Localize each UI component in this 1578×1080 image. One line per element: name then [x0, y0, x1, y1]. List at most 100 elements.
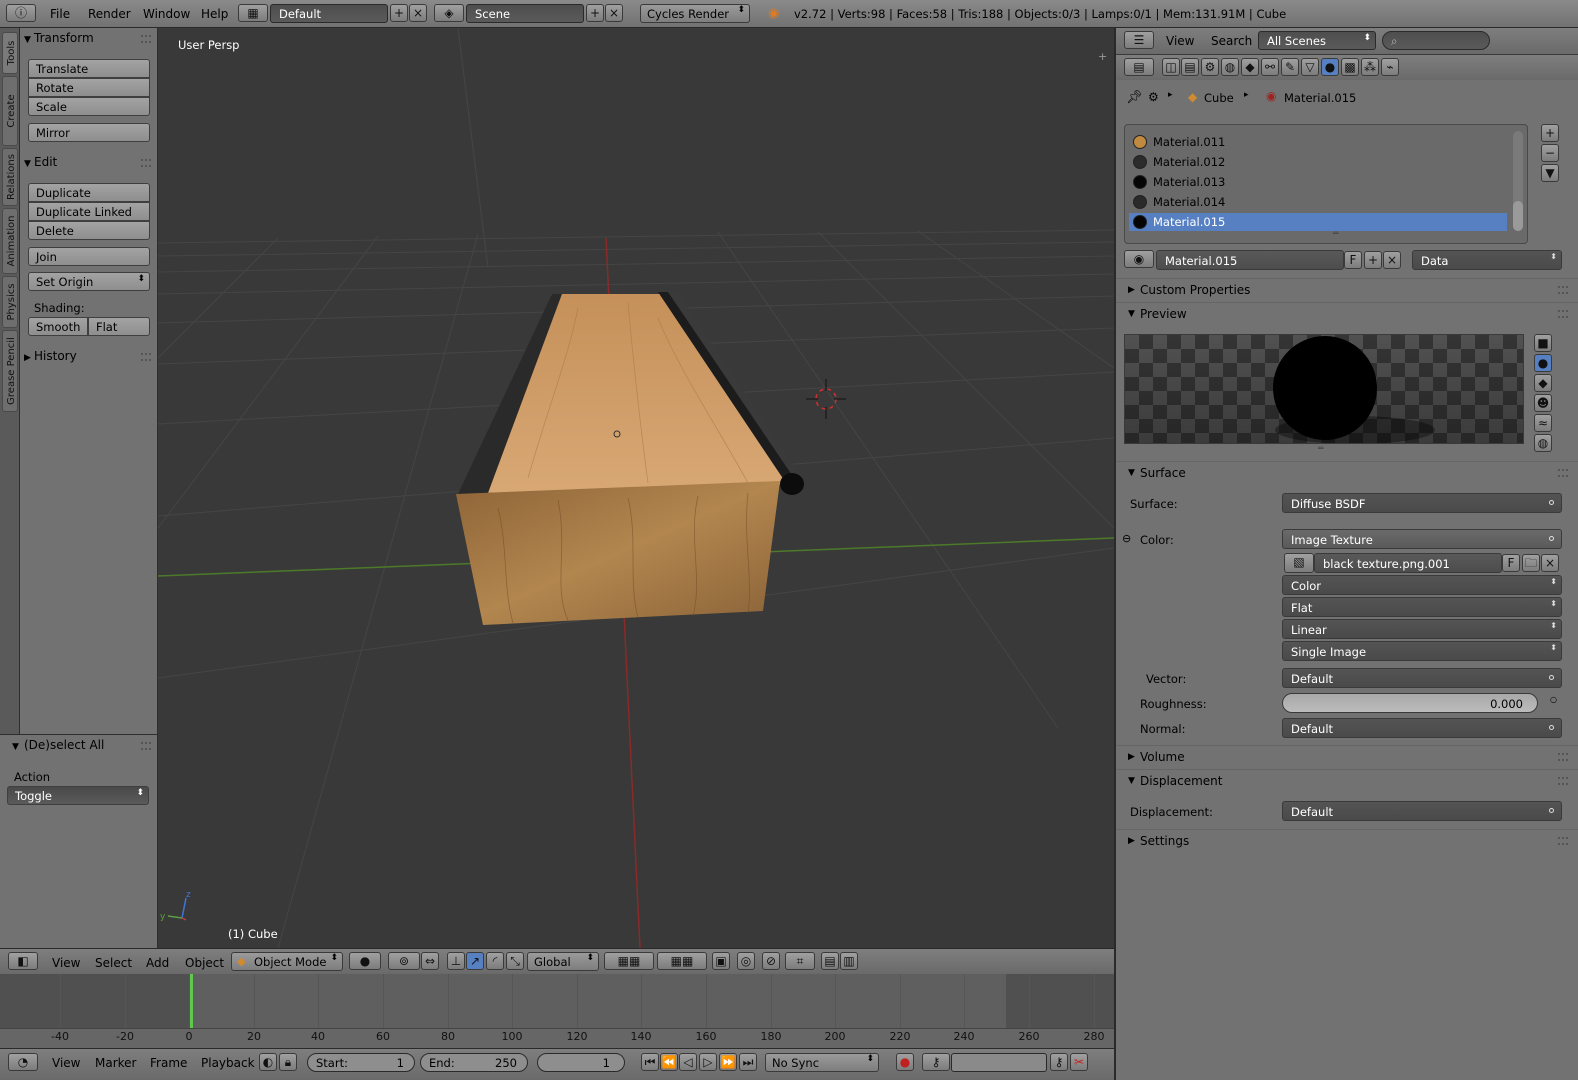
drag-grip-icon[interactable]: [1558, 469, 1568, 477]
play-reverse-icon[interactable]: ◁: [679, 1053, 697, 1071]
jump-start-icon[interactable]: ⏮: [641, 1053, 659, 1071]
image-fake-user-button[interactable]: F: [1502, 554, 1520, 572]
collapse-node-icon[interactable]: ⊖: [1122, 532, 1131, 545]
modifiers-tab-icon[interactable]: ✎: [1281, 58, 1299, 76]
preview-sphere-icon[interactable]: ●: [1534, 354, 1552, 372]
roughness-slider[interactable]: 0.000: [1282, 693, 1538, 713]
active-keying-set-field[interactable]: [951, 1053, 1047, 1072]
editor-type-icon[interactable]: ◧: [8, 952, 38, 970]
material-slot-row[interactable]: Material.014: [1129, 193, 1507, 211]
start-frame-field[interactable]: Start: 1: [307, 1053, 415, 1072]
drag-grip-icon[interactable]: [1558, 777, 1568, 785]
tab-create[interactable]: Create: [2, 76, 18, 146]
new-material-icon[interactable]: +: [1364, 251, 1382, 269]
operator-panel-header[interactable]: ▼ (De)select All: [0, 738, 157, 758]
preview-section[interactable]: ▼ Preview: [1116, 302, 1578, 324]
preview-hair-icon[interactable]: ≈: [1534, 414, 1552, 432]
tab-relations[interactable]: Relations: [2, 148, 18, 206]
image-interpolation-dropdown[interactable]: Linear ⬍: [1282, 619, 1562, 639]
proportional-edit-icon[interactable]: ◎: [737, 952, 755, 970]
material-slot-row[interactable]: Material.012: [1129, 153, 1507, 171]
drag-grip-icon[interactable]: [141, 159, 151, 167]
viewport-shading-icon[interactable]: ●: [349, 952, 381, 970]
mode-dropdown[interactable]: ◆ Object Mode ⬍: [231, 952, 343, 971]
menu-window[interactable]: Window: [143, 7, 190, 21]
action-dropdown[interactable]: Toggle ⬍: [7, 786, 149, 805]
volume-section[interactable]: ▶ Volume: [1116, 745, 1578, 767]
drag-grip-icon[interactable]: [1558, 286, 1568, 294]
image-source-dropdown[interactable]: Single Image ⬍: [1282, 641, 1562, 661]
rotate-manipulator-icon[interactable]: ◜: [486, 952, 504, 970]
image-colorspace-dropdown[interactable]: Color ⬍: [1282, 575, 1562, 595]
duplicate-linked-button[interactable]: Duplicate Linked: [28, 202, 150, 221]
add-layout-icon[interactable]: +: [390, 4, 408, 22]
render-still-icon[interactable]: ▤: [821, 952, 839, 970]
menu-frame[interactable]: Frame: [150, 1056, 187, 1070]
render-layers-tab-icon[interactable]: ▤: [1181, 58, 1199, 76]
particles-tab-icon[interactable]: ⁂: [1361, 58, 1379, 76]
render-tab-icon[interactable]: ◫: [1162, 58, 1180, 76]
image-name-field[interactable]: black texture.png.001: [1314, 553, 1502, 573]
timeline-area[interactable]: -40 -20 0 20 40 60 80 100 120 140 160 180 200 220 240 2…: [0, 974, 1114, 1048]
set-origin-dropdown[interactable]: Set Origin ⬍: [28, 272, 150, 291]
edit-panel-header[interactable]: ▼ Edit: [20, 155, 157, 175]
menu-object[interactable]: Object: [185, 956, 224, 970]
render-engine-dropdown[interactable]: Cycles Render ⬍: [640, 4, 750, 23]
normal-input-dropdown[interactable]: Default: [1282, 718, 1562, 738]
delete-keyframe-icon[interactable]: ✂: [1070, 1053, 1088, 1071]
history-panel-header[interactable]: ▶ History: [20, 349, 157, 369]
info-editor-icon[interactable]: ⓘ: [6, 4, 36, 22]
material-specials-icon[interactable]: ▼: [1541, 164, 1559, 182]
scene-name-field[interactable]: Scene: [466, 4, 584, 23]
outliner-search-input[interactable]: ⌕: [1382, 31, 1490, 50]
physics-tab-icon[interactable]: ⌁: [1381, 58, 1399, 76]
scale-manipulator-icon[interactable]: ⤡: [506, 952, 524, 970]
data-tab-icon[interactable]: ▽: [1301, 58, 1319, 76]
menu-playback[interactable]: Playback: [201, 1056, 255, 1070]
world-tab-icon[interactable]: ◍: [1221, 58, 1239, 76]
layers-grid-b[interactable]: ▦▦: [657, 952, 707, 970]
unlink-image-icon[interactable]: ×: [1541, 554, 1559, 572]
browse-material-icon[interactable]: ◉: [1124, 250, 1154, 268]
drag-grip-icon[interactable]: [141, 35, 151, 43]
menu-help[interactable]: Help: [201, 7, 228, 21]
keying-set-icon[interactable]: ◐: [259, 1053, 277, 1071]
material-slot-row[interactable]: Material.011: [1129, 133, 1507, 151]
surface-shader-dropdown[interactable]: Diffuse BSDF: [1282, 493, 1562, 513]
layers-grid-a[interactable]: ▦▦: [604, 952, 654, 970]
material-slot-row[interactable]: Material.015: [1129, 213, 1507, 231]
display-mode-dropdown[interactable]: All Scenes ⬍: [1258, 31, 1376, 50]
remove-material-slot-icon[interactable]: −: [1541, 144, 1559, 162]
roughness-socket-icon[interactable]: ○: [1550, 695, 1557, 704]
material-tab-icon[interactable]: ●: [1321, 58, 1339, 76]
translate-manipulator-icon[interactable]: ↗: [466, 952, 484, 970]
record-icon[interactable]: ●: [896, 1053, 914, 1071]
remove-scene-icon[interactable]: ×: [605, 4, 623, 22]
delete-button[interactable]: Delete: [28, 221, 150, 240]
displacement-input-dropdown[interactable]: Default: [1282, 801, 1562, 821]
drag-grip-icon[interactable]: [1558, 837, 1568, 845]
jump-next-keyframe-icon[interactable]: ⏩: [719, 1053, 737, 1071]
object-tab-icon[interactable]: ◆: [1241, 58, 1259, 76]
join-button[interactable]: Join: [28, 247, 150, 266]
insert-keyframe-icon[interactable]: ⚷: [1050, 1053, 1068, 1071]
color-input-dropdown[interactable]: Image Texture: [1282, 529, 1562, 549]
surface-section[interactable]: ▼ Surface: [1116, 461, 1578, 483]
unlink-material-icon[interactable]: ×: [1383, 251, 1401, 269]
layout-name-field[interactable]: Default: [270, 4, 388, 23]
viewport-expand-icon[interactable]: +: [1098, 50, 1107, 63]
transform-panel-header[interactable]: ▼ Transform: [20, 31, 157, 51]
list-scroll-thumb[interactable]: [1513, 201, 1523, 231]
preview-monkey-icon[interactable]: ☻: [1534, 394, 1552, 412]
duplicate-button[interactable]: Duplicate: [28, 183, 150, 202]
list-resize-grip-icon[interactable]: ═: [1333, 229, 1338, 239]
shade-smooth-button[interactable]: Smooth: [28, 317, 88, 336]
transform-manipulator-icon[interactable]: ⊥: [447, 952, 465, 970]
lock-icon[interactable]: 🔒︎: [279, 1053, 297, 1071]
menu-marker[interactable]: Marker: [95, 1056, 136, 1070]
timeline-editor-icon[interactable]: ◔: [8, 1053, 38, 1071]
material-slot-list[interactable]: Material.011 Material.012 Material.013 Mate…: [1124, 124, 1528, 244]
scale-button[interactable]: Scale: [28, 97, 150, 116]
current-frame-field[interactable]: 1: [537, 1053, 625, 1072]
rotate-button[interactable]: Rotate: [28, 78, 150, 97]
